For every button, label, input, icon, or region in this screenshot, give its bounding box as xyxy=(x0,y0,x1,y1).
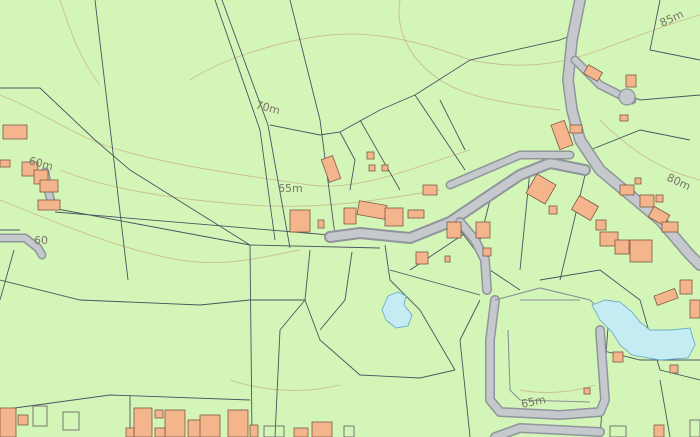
map-canvas[interactable]: 85m 70m 60m 65m 80m 65m 60 xyxy=(0,0,700,437)
contour-label-60-west: 60 xyxy=(34,234,48,247)
contour-label-65m: 65m xyxy=(278,182,303,195)
map-svg: 85m 70m 60m 65m 80m 65m 60 xyxy=(0,0,700,437)
